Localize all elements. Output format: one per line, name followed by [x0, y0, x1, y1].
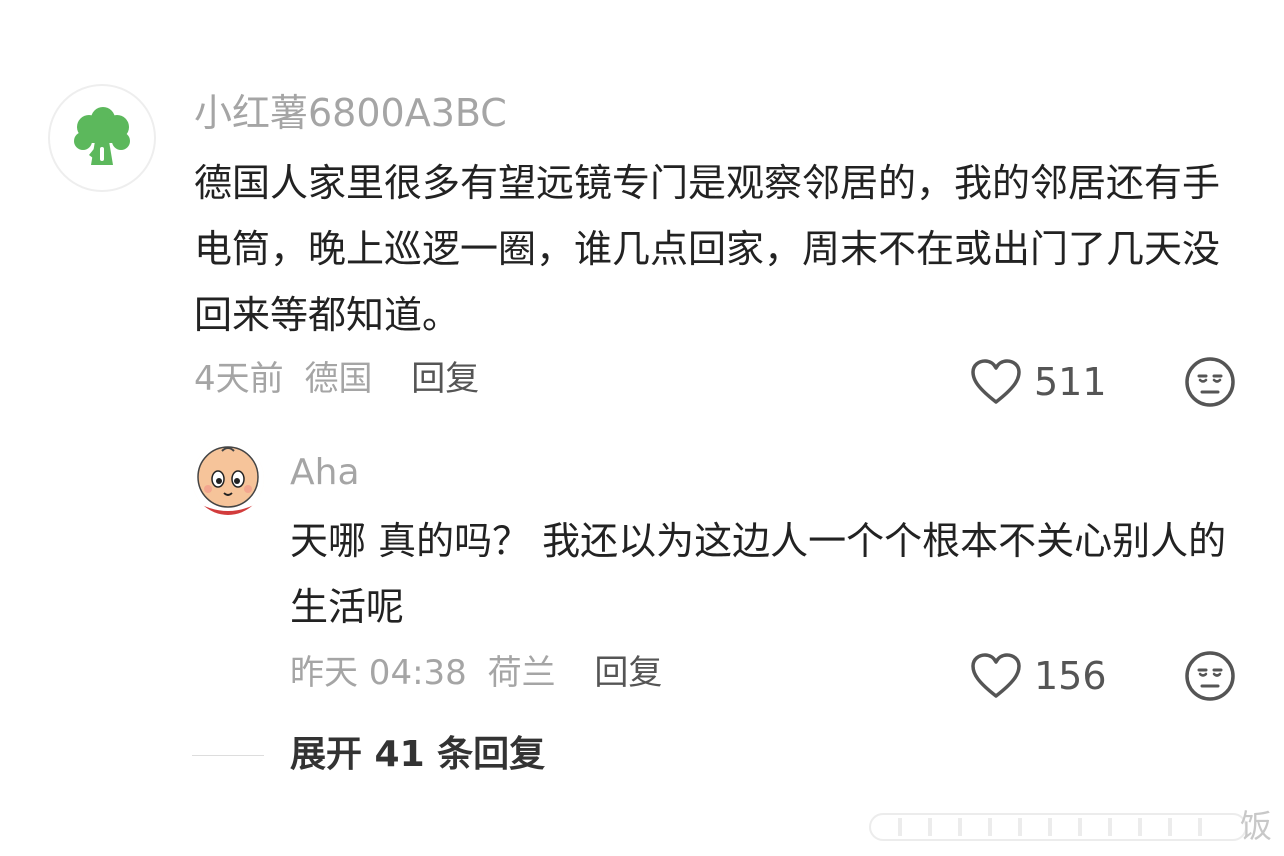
- reply-text: 天哪 真的吗？ 我还以为这边人一个个根本不关心别人的生活呢: [290, 519, 1227, 629]
- reply-button[interactable]: 回复: [411, 359, 479, 399]
- reply-location: 荷兰: [487, 653, 556, 693]
- reply-reply-button[interactable]: 回复: [594, 653, 662, 693]
- comment-time: 4天前: [194, 359, 284, 399]
- comment-meta: 4天前 德国 回复: [194, 354, 479, 404]
- like-button[interactable]: 511: [970, 356, 1107, 408]
- watermark-text: 饭: [1240, 807, 1273, 845]
- watermark-logo: [869, 813, 1247, 841]
- reply-time: 昨天 04:38: [290, 653, 467, 693]
- reply-dislike-button[interactable]: [1184, 650, 1236, 702]
- comment-username[interactable]: 小红薯6800A3BC: [194, 88, 507, 138]
- comment-text: 德国人家里很多有望远镜专门是观察邻居的，我的邻居还有手电筒，晚上巡逻一圈，谁几点…: [194, 161, 1221, 337]
- expand-divider: [192, 755, 264, 756]
- expand-replies-button[interactable]: 展开 41 条回复: [290, 730, 545, 780]
- reply-username[interactable]: Aha: [290, 448, 360, 498]
- unamused-face-icon: [1185, 357, 1235, 407]
- dislike-button[interactable]: [1184, 356, 1236, 408]
- reply-like-button[interactable]: 156: [970, 650, 1107, 702]
- unamused-face-icon: [1185, 651, 1235, 701]
- user-avatar[interactable]: [48, 84, 156, 192]
- heart-icon: [971, 653, 1021, 698]
- comment-thread: 小红薯6800A3BC 德国人家里很多有望远镜专门是观察邻居的，我的邻居还有手电…: [0, 0, 1284, 856]
- reply-user-avatar[interactable]: [192, 443, 264, 515]
- cartoon-face-avatar: [192, 443, 264, 515]
- like-count: 511: [1034, 360, 1107, 404]
- reply-meta: 昨天 04:38 荷兰 回复: [290, 648, 662, 698]
- reply-like-count: 156: [1034, 654, 1107, 698]
- heart-icon: [971, 359, 1021, 404]
- broccoli-icon: [74, 107, 130, 165]
- comment-location: 德国: [304, 359, 373, 399]
